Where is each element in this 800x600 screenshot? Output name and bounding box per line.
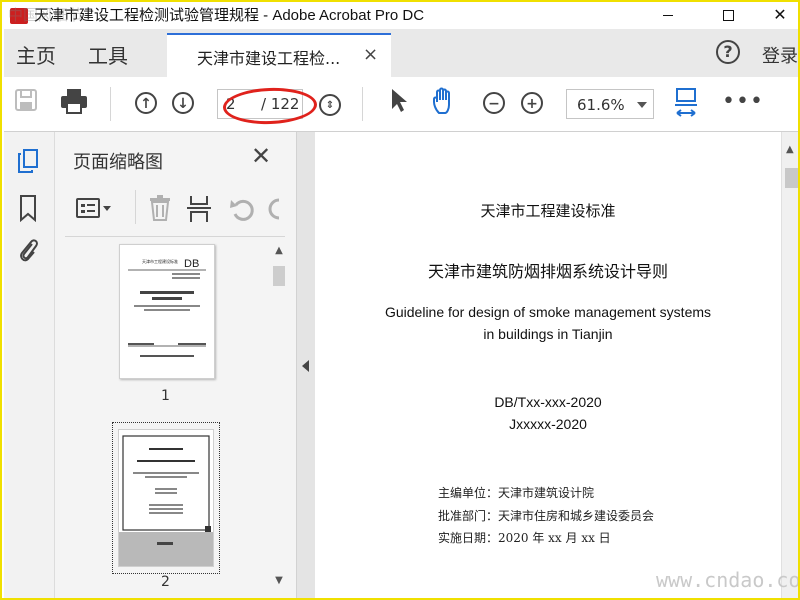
- tab-bar: 主页 工具 天津市建设工程检... × ? 登录: [4, 29, 798, 77]
- toolbar-divider: [110, 87, 111, 121]
- zoom-value: 61.6%: [577, 96, 625, 114]
- page-thumbnails-icon[interactable]: [16, 148, 40, 174]
- options-menu-icon[interactable]: [75, 196, 115, 220]
- maximize-button[interactable]: [708, 4, 748, 26]
- document-record-number: Jxxxxx-2020: [509, 416, 587, 432]
- document-title-cn: 天津市建筑防烟排烟系统设计导则: [427, 262, 668, 281]
- login-button[interactable]: 登录: [762, 42, 798, 68]
- thumbnail-scrollbar[interactable]: ▲ ▼: [272, 244, 286, 598]
- scroll-up-icon[interactable]: ▲: [786, 144, 794, 155]
- document-code: DB/Txx-xxx-2020: [494, 394, 602, 410]
- menu-tools[interactable]: 工具: [88, 40, 128, 69]
- document-tab-label: 天津市建设工程检...: [197, 49, 341, 68]
- page-thumbnail-1[interactable]: 天津市工程建设标准 DB: [119, 244, 215, 379]
- thumbnail-panel: 页面缩略图 ✕ 天津市工程建设标准 DB 1 2 ▲ ▼: [55, 132, 297, 598]
- insert-page-icon[interactable]: [185, 194, 213, 224]
- toolbar: ↑ ↓ 2 / 122 ⇕ − + 61.6% •••: [4, 77, 798, 132]
- scroll-up-icon[interactable]: ▲: [272, 244, 286, 258]
- panel-collapse-handle[interactable]: [297, 132, 315, 598]
- document-tab[interactable]: 天津市建设工程检... ×: [167, 33, 391, 77]
- minimize-button[interactable]: [648, 4, 688, 26]
- save-icon[interactable]: [10, 87, 42, 119]
- more-tools-icon[interactable]: •••: [722, 87, 763, 119]
- document-title-en-line2: in buildings in Tianjin: [483, 326, 613, 342]
- hand-tool-icon[interactable]: [429, 87, 461, 119]
- toolbar-divider: [362, 87, 363, 121]
- next-page-icon[interactable]: ↓: [167, 87, 199, 119]
- thumbnail-page-number: 2: [161, 574, 170, 590]
- document-editor: 主编单位：天津市建筑设计院: [438, 486, 595, 500]
- previous-page-icon[interactable]: ↑: [130, 87, 162, 119]
- svg-text:DB: DB: [184, 258, 199, 270]
- panel-title: 页面缩略图: [73, 152, 163, 173]
- document-scrollbar[interactable]: ▲: [781, 132, 798, 598]
- svg-text:天津市工程建设标准: 天津市工程建设标准: [142, 258, 178, 264]
- page-scroll-mode-icon[interactable]: ⇕: [314, 87, 346, 119]
- thumbnail-toolbar: [65, 182, 285, 237]
- navigation-rail: [4, 132, 55, 598]
- scroll-thumb[interactable]: [785, 168, 798, 188]
- help-icon[interactable]: ?: [716, 40, 740, 64]
- chevron-down-icon: [637, 102, 647, 108]
- tab-close-icon[interactable]: ×: [363, 44, 378, 65]
- bookmark-icon[interactable]: [16, 194, 40, 223]
- menu-home[interactable]: 主页: [16, 40, 56, 69]
- fit-page-icon[interactable]: [670, 87, 702, 119]
- thumbnail-page-number: 1: [161, 388, 170, 404]
- zoom-in-icon[interactable]: +: [516, 87, 548, 119]
- site-watermark: www.cndao.com: [656, 568, 800, 592]
- document-approver: 批准部门：天津市住房和城乡建设委员会: [438, 509, 655, 523]
- page-thumbnail-2[interactable]: [118, 429, 214, 567]
- scroll-thumb[interactable]: [273, 266, 285, 286]
- document-standard-label: 天津市工程建设标准: [480, 202, 616, 220]
- document-page: 天津市工程建设标准 天津市建筑防烟排烟系统设计导则 Guideline for …: [315, 132, 781, 598]
- window-title: 天津市建设工程检测试验管理规程 - Adobe Acrobat Pro DC: [34, 7, 425, 24]
- zoom-out-icon[interactable]: −: [478, 87, 510, 119]
- document-title-en-line1: Guideline for design of smoke management…: [384, 304, 712, 320]
- close-window-button[interactable]: ✕: [760, 4, 798, 26]
- toolbar-divider: [135, 190, 136, 224]
- rotate-left-icon[interactable]: [229, 196, 255, 222]
- zoom-select[interactable]: 61.6%: [566, 89, 654, 119]
- attachment-icon[interactable]: [16, 236, 40, 262]
- panel-close-icon[interactable]: ✕: [251, 142, 271, 170]
- collapse-left-icon: [302, 360, 309, 372]
- title-bar: 天津市建设工程检测试验管理规程 - Adobe Acrobat Pro DC ✕: [4, 4, 798, 28]
- watermark-top-left: 中国风细节: [8, 6, 84, 24]
- rotate-right-icon[interactable]: [267, 196, 281, 222]
- print-icon[interactable]: [58, 87, 90, 119]
- select-tool-icon[interactable]: [382, 87, 414, 119]
- trash-icon[interactable]: [147, 194, 173, 222]
- scroll-down-icon[interactable]: ▼: [272, 574, 286, 588]
- document-effective-date: 实施日期：2020 年 xx 月 xx 日: [438, 531, 611, 545]
- acrobat-window: 天津市建设工程检测试验管理规程 - Adobe Acrobat Pro DC ✕…: [0, 0, 800, 600]
